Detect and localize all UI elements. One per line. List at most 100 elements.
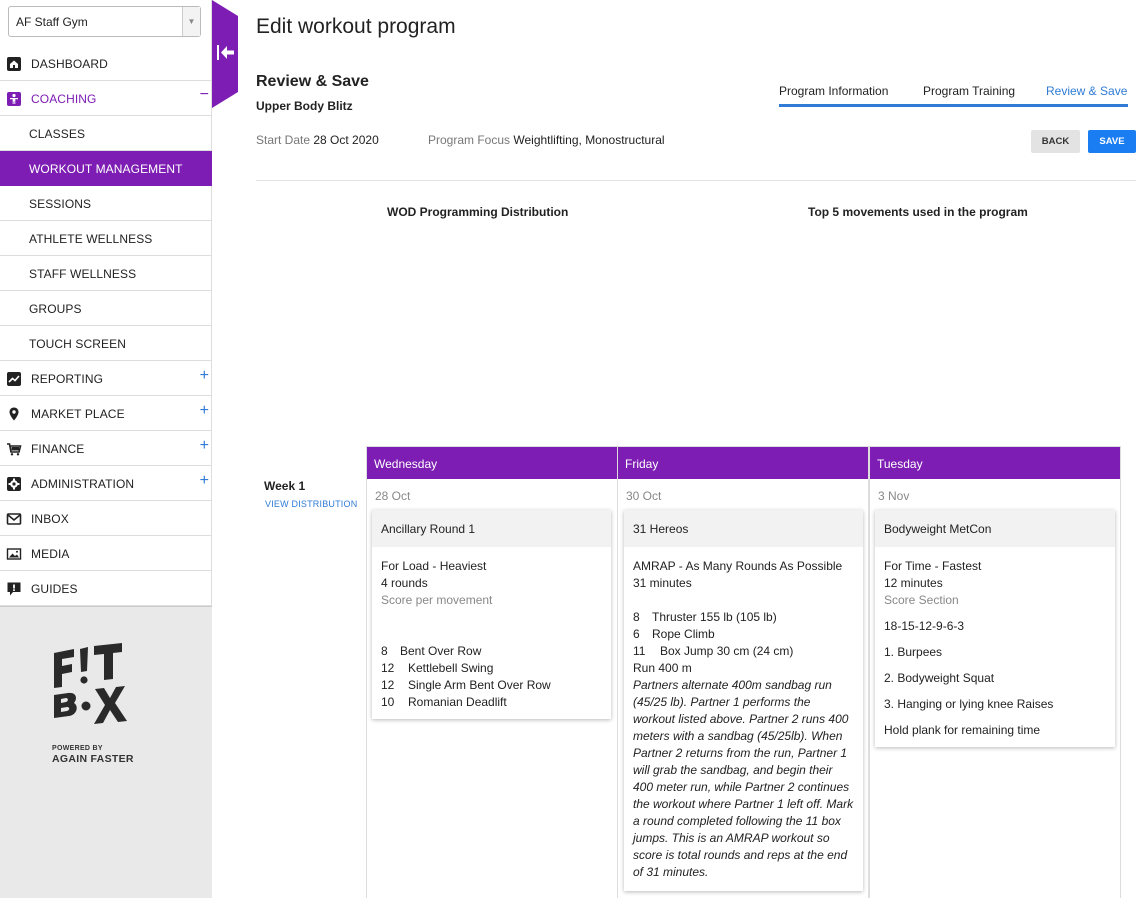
workout-card[interactable]: Ancillary Round 1 For Load - Heaviest 4 … <box>372 510 611 719</box>
workout-card[interactable]: Bodyweight MetCon For Time - Fastest 12 … <box>875 510 1115 747</box>
list-item: 3. Hanging or lying knee Raises <box>884 697 1054 711</box>
workout-duration: 4 rounds <box>381 576 428 590</box>
sidebar-item-finance[interactable]: FINANCE + <box>0 431 212 466</box>
sidebar-item-label: MARKET PLACE <box>31 407 125 421</box>
run-row: Run 400 m <box>633 661 692 675</box>
workout-title: 31 Hereos <box>624 510 863 547</box>
gym-select-value: AF Staff Gym <box>16 15 88 29</box>
sidebar-item-athlete-wellness[interactable]: ATHLETE WELLNESS <box>0 221 212 256</box>
tab-program-training[interactable]: Program Training <box>923 84 1015 98</box>
tab-progress-bar <box>779 104 1128 107</box>
day-header: Tuesday <box>870 447 1120 479</box>
tab-program-information[interactable]: Program Information <box>779 84 888 98</box>
page-title: Edit workout program <box>256 15 456 38</box>
workout-body: AMRAP - As Many Rounds As Possible 31 mi… <box>624 547 863 891</box>
section-title: Review & Save <box>256 73 369 90</box>
program-focus-value: Weightlifting, Monostructural <box>513 133 665 147</box>
sidebar-item-touch-screen[interactable]: TOUCH SCREEN <box>0 326 212 361</box>
sidebar-item-dashboard[interactable]: DASHBOARD <box>0 46 212 81</box>
day-column: Tuesday 3 Nov Bodyweight MetCon For Time… <box>869 446 1121 898</box>
movement-row: 8 Bent Over Row <box>381 644 482 658</box>
movement-row: 11 Box Jump 30 cm (24 cm) <box>633 644 794 658</box>
day-header: Friday <box>618 447 868 479</box>
chevron-down-icon: ▼ <box>182 7 200 36</box>
day-column: Friday 30 Oct 31 Hereos AMRAP - As Many … <box>617 446 869 898</box>
workout-title: Ancillary Round 1 <box>372 510 611 547</box>
sidebar-item-label: CLASSES <box>29 127 86 141</box>
workout-duration: 12 minutes <box>884 576 943 590</box>
fitbox-logo <box>54 643 127 724</box>
sidebar-item-label: SESSIONS <box>29 197 92 211</box>
start-date: Start Date 28 Oct 2020 <box>256 133 379 147</box>
score-note: Score Section <box>884 593 959 607</box>
sidebar-item-sessions[interactable]: SESSIONS <box>0 186 212 221</box>
sidebar-item-reporting[interactable]: REPORTING + <box>0 361 212 396</box>
chart-icon <box>7 372 21 386</box>
sidebar-item-groups[interactable]: GROUPS <box>0 291 212 326</box>
day-date: 28 Oct <box>375 489 411 503</box>
expand-icon[interactable]: + <box>200 367 209 385</box>
day-header: Wednesday <box>367 447 617 479</box>
workout-card[interactable]: 31 Hereos AMRAP - As Many Rounds As Poss… <box>624 510 863 891</box>
sidebar-item-label: WORKOUT MANAGEMENT <box>29 162 183 176</box>
info-speech-icon <box>7 582 21 596</box>
divider <box>256 180 1136 181</box>
sidebar-item-guides[interactable]: GUIDES <box>0 571 212 606</box>
collapse-sidebar-button[interactable] <box>212 0 238 108</box>
location-pin-icon <box>9 407 19 421</box>
sidebar-item-media[interactable]: MEDIA <box>0 536 212 571</box>
expand-icon[interactable]: + <box>200 472 209 490</box>
sidebar-item-label: ADMINISTRATION <box>31 477 135 491</box>
expand-icon[interactable]: + <box>200 437 209 455</box>
list-item: 1. Burpees <box>884 645 943 659</box>
finisher: Hold plank for remaining time <box>884 723 1041 737</box>
sidebar-item-inbox[interactable]: INBOX <box>0 501 212 536</box>
back-button[interactable]: BACK <box>1031 130 1080 153</box>
gear-icon <box>7 477 21 491</box>
view-distribution-link[interactable]: VIEW DISTRIBUTION <box>265 499 357 509</box>
save-button[interactable]: SAVE <box>1088 130 1136 153</box>
day-date: 30 Oct <box>626 489 662 503</box>
scoring-type: For Time - Fastest <box>884 559 982 573</box>
image-icon <box>6 548 22 560</box>
workout-body: For Load - Heaviest 4 rounds Score per m… <box>372 547 611 719</box>
sidebar-item-label: MEDIA <box>31 547 70 561</box>
sidebar-item-label: GUIDES <box>31 582 78 596</box>
movement-row: 12 Kettlebell Swing <box>381 661 494 675</box>
start-date-label: Start Date <box>256 133 311 147</box>
distribution-chart-title: WOD Programming Distribution <box>387 205 569 219</box>
sidebar-item-label: COACHING <box>31 92 97 106</box>
sidebar-item-coaching[interactable]: COACHING − <box>0 81 212 116</box>
expand-icon[interactable]: + <box>200 402 209 420</box>
sidebar-item-label: ATHLETE WELLNESS <box>29 232 153 246</box>
sidebar-item-administration[interactable]: ADMINISTRATION + <box>0 466 212 501</box>
rep-scheme: 18-15-12-9-6-3 <box>884 619 965 633</box>
sidebar-item-workout-management[interactable]: WORKOUT MANAGEMENT <box>0 151 212 186</box>
sidebar-item-market-place[interactable]: MARKET PLACE + <box>0 396 212 431</box>
score-note: Score per movement <box>381 593 493 607</box>
sidebar: AF Staff Gym ▼ DASHBOARD COACHING − CLAS… <box>0 0 212 898</box>
tab-review-save[interactable]: Review & Save <box>1046 84 1127 98</box>
sidebar-item-label: FINANCE <box>31 442 85 456</box>
powered-by-label: POWERED BY <box>52 745 103 752</box>
brand-panel: POWERED BY AGAIN FASTER <box>0 606 212 898</box>
program-focus-label: Program Focus <box>428 133 511 147</box>
start-date-value: 28 Oct 2020 <box>313 133 379 147</box>
list-item: 2. Bodyweight Squat <box>884 671 995 685</box>
week-label: Week 1 <box>264 479 306 493</box>
movement-row: 12 Single Arm Bent Over Row <box>381 678 551 692</box>
sidebar-item-label: GROUPS <box>29 302 82 316</box>
movement-row: 6 Rope Climb <box>633 627 715 641</box>
workout-duration: 31 minutes <box>633 576 692 590</box>
day-column: Wednesday 28 Oct Ancillary Round 1 For L… <box>366 446 618 898</box>
workout-note: Partners alternate 400m sandbag run (45/… <box>633 678 854 879</box>
sidebar-item-staff-wellness[interactable]: STAFF WELLNESS <box>0 256 212 291</box>
collapse-arrow-icon <box>217 45 219 60</box>
sidebar-item-label: REPORTING <box>31 372 104 386</box>
program-name: Upper Body Blitz <box>256 99 353 113</box>
home-icon <box>7 57 21 71</box>
sidebar-item-classes[interactable]: CLASSES <box>0 116 212 151</box>
movement-row: 10 Romanian Deadlift <box>381 695 507 709</box>
gym-select[interactable]: AF Staff Gym ▼ <box>8 6 201 37</box>
collapse-icon[interactable]: − <box>200 86 209 104</box>
